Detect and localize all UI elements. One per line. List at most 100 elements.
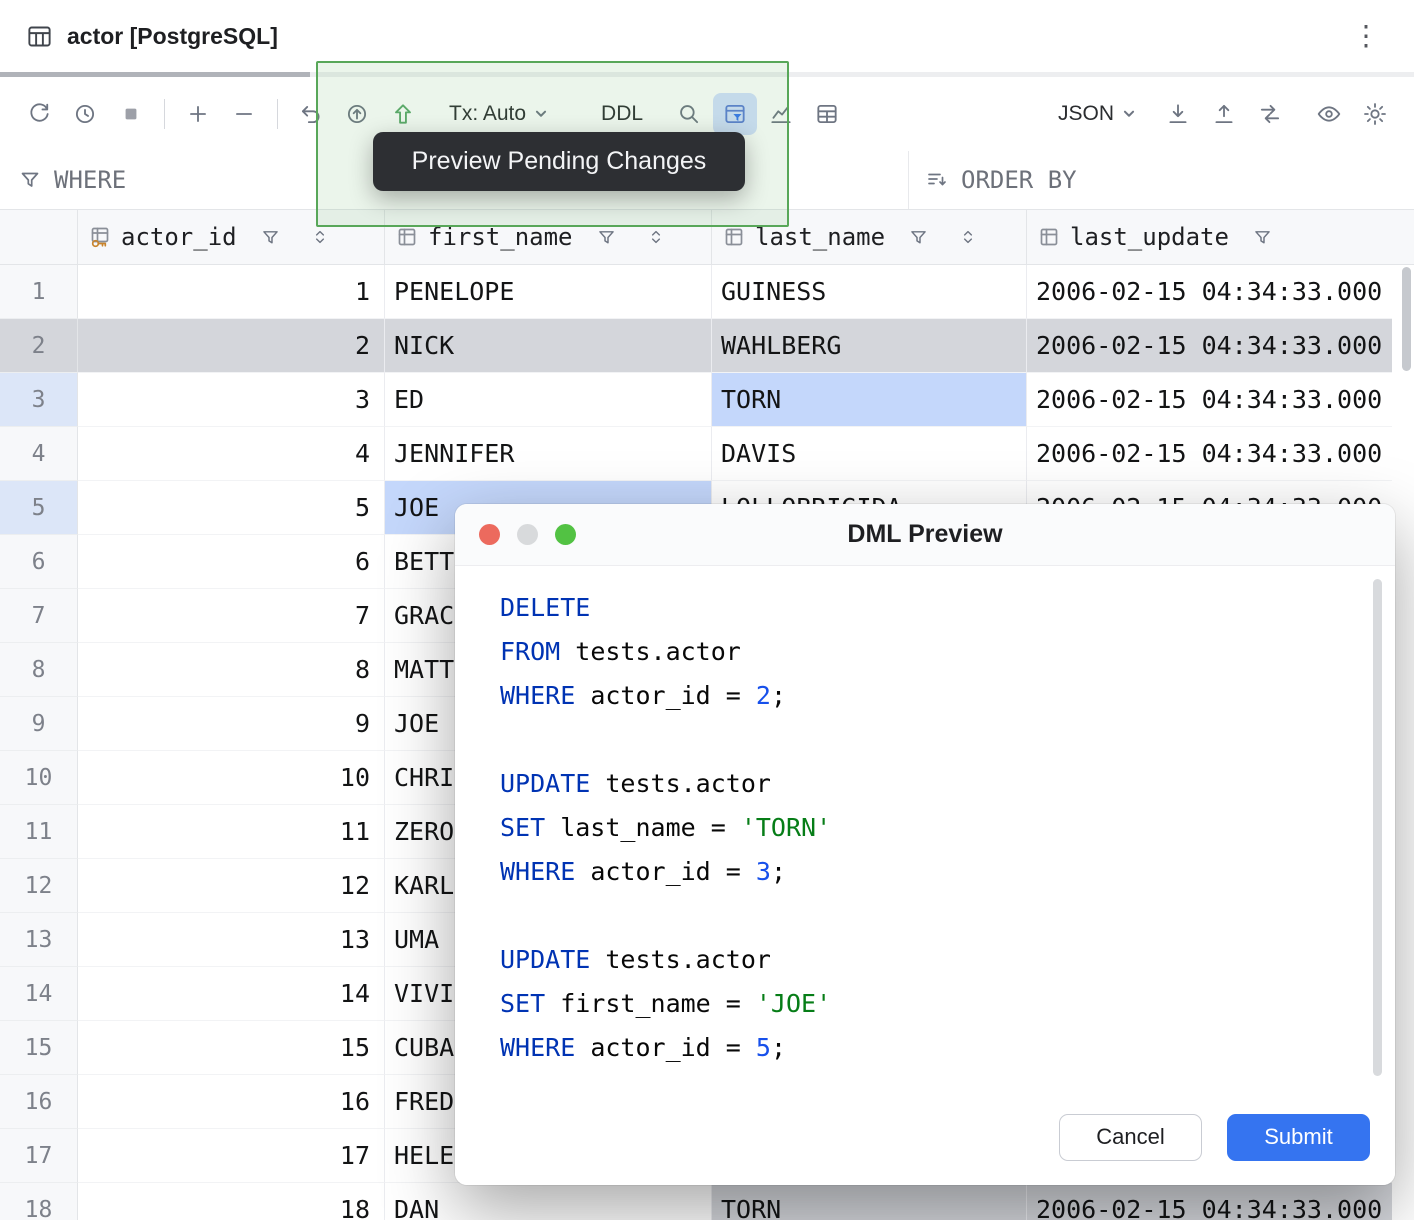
- cell-first-name[interactable]: ED: [385, 373, 712, 427]
- cell-first-name[interactable]: NICK: [385, 319, 712, 373]
- cell-actor-id[interactable]: 10: [78, 751, 385, 805]
- row-number[interactable]: 9: [0, 697, 78, 751]
- sql-line: UPDATE tests.actor: [500, 938, 1345, 982]
- tx-mode-selector[interactable]: Tx: Auto: [440, 93, 557, 135]
- undo-icon: [298, 101, 324, 127]
- row-number[interactable]: 11: [0, 805, 78, 859]
- sql-line: WHERE actor_id = 2;: [500, 674, 1345, 718]
- cell-last-update[interactable]: 2006-02-15 04:34:33.000: [1027, 265, 1392, 319]
- cell-last-name[interactable]: TORN: [712, 1183, 1027, 1220]
- where-filter-input[interactable]: WHERE: [18, 151, 126, 209]
- cell-last-name[interactable]: GUINESS: [712, 265, 1027, 319]
- row-number[interactable]: 1: [0, 265, 78, 319]
- cell-first-name[interactable]: JENNIFER: [385, 427, 712, 481]
- cell-actor-id[interactable]: 5: [78, 481, 385, 535]
- filter-funnel-icon[interactable]: [1252, 227, 1273, 248]
- cell-actor-id[interactable]: 1: [78, 265, 385, 319]
- row-number[interactable]: 13: [0, 913, 78, 967]
- cell-last-name[interactable]: TORN: [712, 373, 1027, 427]
- sort-toggle-icon[interactable]: [958, 227, 978, 247]
- auto-refresh-button[interactable]: [63, 93, 107, 135]
- column-header-actor-id[interactable]: actor_id: [78, 210, 385, 264]
- cell-actor-id[interactable]: 15: [78, 1021, 385, 1075]
- export-button[interactable]: [1156, 93, 1200, 135]
- minimize-button[interactable]: [517, 524, 538, 545]
- dialog-scrollbar[interactable]: [1373, 579, 1382, 1076]
- preview-pending-changes-button[interactable]: [335, 93, 379, 135]
- row-number[interactable]: 5: [0, 481, 78, 535]
- row-number[interactable]: 10: [0, 751, 78, 805]
- stop-button[interactable]: [109, 93, 153, 135]
- clock-icon: [72, 101, 98, 127]
- cell-actor-id[interactable]: 8: [78, 643, 385, 697]
- filter-funnel-icon[interactable]: [596, 227, 617, 248]
- refresh-button[interactable]: [17, 93, 61, 135]
- tab-scroll-thumb[interactable]: [0, 72, 310, 77]
- cell-last-update[interactable]: 2006-02-15 04:34:33.000: [1027, 319, 1392, 373]
- settings-button[interactable]: [1353, 93, 1397, 135]
- zoom-button[interactable]: [555, 524, 576, 545]
- close-button[interactable]: [479, 524, 500, 545]
- row-number[interactable]: 2: [0, 319, 78, 373]
- view-options-button[interactable]: [1307, 93, 1351, 135]
- cell-actor-id[interactable]: 4: [78, 427, 385, 481]
- revert-changes-button[interactable]: [289, 93, 333, 135]
- cell-first-name[interactable]: DAN: [385, 1183, 712, 1220]
- sort-toggle-icon[interactable]: [646, 227, 666, 247]
- row-number[interactable]: 6: [0, 535, 78, 589]
- cell-actor-id[interactable]: 18: [78, 1183, 385, 1220]
- cell-first-name[interactable]: PENELOPE: [385, 265, 712, 319]
- row-number[interactable]: 14: [0, 967, 78, 1021]
- search-button[interactable]: [667, 93, 711, 135]
- cell-last-update[interactable]: 2006-02-15 04:34:33.000: [1027, 373, 1392, 427]
- vertical-scrollbar[interactable]: [1402, 267, 1411, 371]
- column-header-last-update[interactable]: last_update: [1027, 210, 1392, 264]
- cell-actor-id[interactable]: 6: [78, 535, 385, 589]
- tab-title[interactable]: actor [PostgreSQL]: [67, 23, 278, 50]
- column-header-first-name[interactable]: first_name: [385, 210, 712, 264]
- cell-actor-id[interactable]: 9: [78, 697, 385, 751]
- cell-actor-id[interactable]: 11: [78, 805, 385, 859]
- submit-button[interactable]: Submit: [1227, 1114, 1370, 1161]
- cell-last-update[interactable]: 2006-02-15 04:34:33.000: [1027, 427, 1392, 481]
- row-number[interactable]: 8: [0, 643, 78, 697]
- import-button[interactable]: [1202, 93, 1246, 135]
- filter-funnel-icon[interactable]: [908, 227, 929, 248]
- cell-actor-id[interactable]: 12: [78, 859, 385, 913]
- cell-last-update[interactable]: 2006-02-15 04:34:33.000: [1027, 1183, 1392, 1220]
- row-number[interactable]: 3: [0, 373, 78, 427]
- filter-funnel-icon[interactable]: [260, 227, 281, 248]
- add-row-button[interactable]: [176, 93, 220, 135]
- row-number[interactable]: 17: [0, 1129, 78, 1183]
- submit-changes-button[interactable]: [381, 93, 425, 135]
- row-number[interactable]: 16: [0, 1075, 78, 1129]
- more-options-button[interactable]: ⋮: [1344, 20, 1388, 52]
- cell-actor-id[interactable]: 13: [78, 913, 385, 967]
- cell-actor-id[interactable]: 2: [78, 319, 385, 373]
- row-number[interactable]: 12: [0, 859, 78, 913]
- order-by-input[interactable]: ORDER BY: [908, 151, 1077, 209]
- cell-actor-id[interactable]: 7: [78, 589, 385, 643]
- row-number[interactable]: 15: [0, 1021, 78, 1075]
- dml-preview-toggle[interactable]: [713, 93, 757, 135]
- delete-row-button[interactable]: [222, 93, 266, 135]
- row-number[interactable]: 18: [0, 1183, 78, 1220]
- ddl-button[interactable]: DDL: [592, 93, 652, 135]
- table-view-button[interactable]: [805, 93, 849, 135]
- cell-actor-id[interactable]: 14: [78, 967, 385, 1021]
- row-number[interactable]: 4: [0, 427, 78, 481]
- cell-last-name[interactable]: WAHLBERG: [712, 319, 1027, 373]
- column-header-last-name[interactable]: last_name: [712, 210, 1027, 264]
- chart-view-button[interactable]: [759, 93, 803, 135]
- cell-actor-id[interactable]: 3: [78, 373, 385, 427]
- cell-last-name[interactable]: DAVIS: [712, 427, 1027, 481]
- compare-button[interactable]: [1248, 93, 1292, 135]
- sort-toggle-icon[interactable]: [310, 227, 330, 247]
- table-rows-icon: [814, 101, 840, 127]
- format-selector[interactable]: JSON: [1049, 93, 1145, 135]
- cancel-button[interactable]: Cancel: [1059, 1114, 1202, 1161]
- table-row: 11PENELOPEGUINESS2006-02-15 04:34:33.000: [0, 265, 1414, 319]
- cell-actor-id[interactable]: 16: [78, 1075, 385, 1129]
- row-number[interactable]: 7: [0, 589, 78, 643]
- cell-actor-id[interactable]: 17: [78, 1129, 385, 1183]
